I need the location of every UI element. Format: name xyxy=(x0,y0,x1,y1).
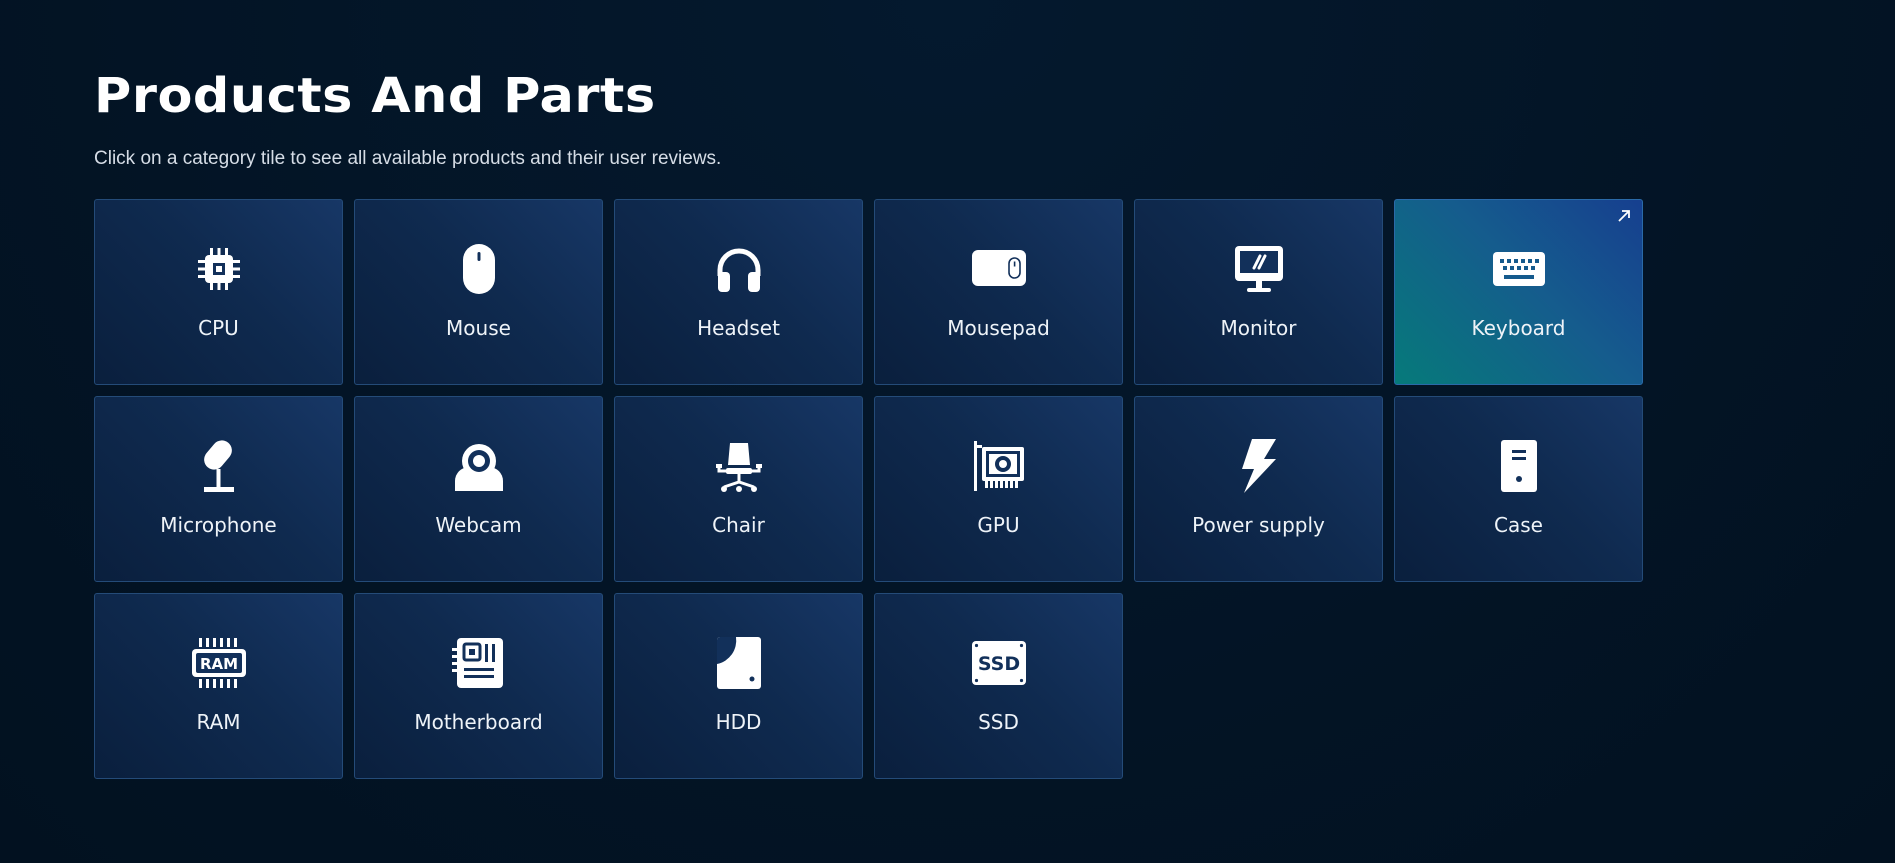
category-label: CPU xyxy=(198,316,239,340)
category-label: Keyboard xyxy=(1471,316,1566,340)
mousepad-icon xyxy=(971,242,1026,296)
category-tile-cpu[interactable]: CPU xyxy=(94,199,343,385)
mouse-icon xyxy=(452,242,506,296)
category-tile-ram[interactable]: RAM RAM xyxy=(94,593,343,779)
cpu-icon xyxy=(192,242,246,296)
power-supply-icon xyxy=(1232,439,1286,493)
category-label: Headset xyxy=(697,316,780,340)
category-label: GPU xyxy=(977,513,1020,537)
category-label: Chair xyxy=(712,513,765,537)
category-tile-headset[interactable]: Headset xyxy=(614,199,863,385)
category-tile-mouse[interactable]: Mouse xyxy=(354,199,603,385)
category-label: Monitor xyxy=(1220,316,1297,340)
monitor-icon xyxy=(1232,242,1286,296)
category-tile-power-supply[interactable]: Power supply xyxy=(1134,396,1383,582)
chair-icon xyxy=(712,439,766,493)
category-label: Motherboard xyxy=(414,710,543,734)
page-title: Products And Parts xyxy=(94,68,656,124)
ram-icon-text: RAM xyxy=(199,655,237,673)
headset-icon xyxy=(712,242,766,296)
category-label: SSD xyxy=(978,710,1019,734)
category-tile-case[interactable]: Case xyxy=(1394,396,1643,582)
category-label: Case xyxy=(1494,513,1543,537)
category-tile-microphone[interactable]: Microphone xyxy=(94,396,343,582)
arrow-up-right-icon xyxy=(1616,208,1632,224)
category-tile-gpu[interactable]: GPU xyxy=(874,396,1123,582)
category-tile-hdd[interactable]: HDD xyxy=(614,593,863,779)
gpu-icon xyxy=(972,439,1026,493)
webcam-icon xyxy=(452,439,506,493)
microphone-icon xyxy=(192,439,246,493)
category-label: Microphone xyxy=(160,513,277,537)
page-subtitle: Click on a category tile to see all avai… xyxy=(94,148,722,169)
category-label: HDD xyxy=(715,710,762,734)
category-tile-webcam[interactable]: Webcam xyxy=(354,396,603,582)
ram-icon: RAM xyxy=(191,636,246,690)
category-label: Power supply xyxy=(1192,513,1325,537)
category-label: Webcam xyxy=(435,513,522,537)
category-grid: CPU Mouse Headset Mousepad Monitor Keybo… xyxy=(94,199,1643,779)
motherboard-icon xyxy=(451,636,506,690)
ssd-icon: SSD xyxy=(971,636,1026,690)
hdd-icon xyxy=(712,636,766,690)
category-tile-motherboard[interactable]: Motherboard xyxy=(354,593,603,779)
category-label: Mouse xyxy=(446,316,511,340)
case-icon xyxy=(1492,439,1546,493)
category-tile-mousepad[interactable]: Mousepad xyxy=(874,199,1123,385)
category-tile-chair[interactable]: Chair xyxy=(614,396,863,582)
category-tile-keyboard[interactable]: Keyboard xyxy=(1394,199,1643,385)
category-tile-monitor[interactable]: Monitor xyxy=(1134,199,1383,385)
category-tile-ssd[interactable]: SSD SSD xyxy=(874,593,1123,779)
keyboard-icon xyxy=(1492,242,1546,296)
ssd-icon-text: SSD xyxy=(977,653,1019,675)
category-label: RAM xyxy=(196,710,241,734)
category-label: Mousepad xyxy=(947,316,1050,340)
